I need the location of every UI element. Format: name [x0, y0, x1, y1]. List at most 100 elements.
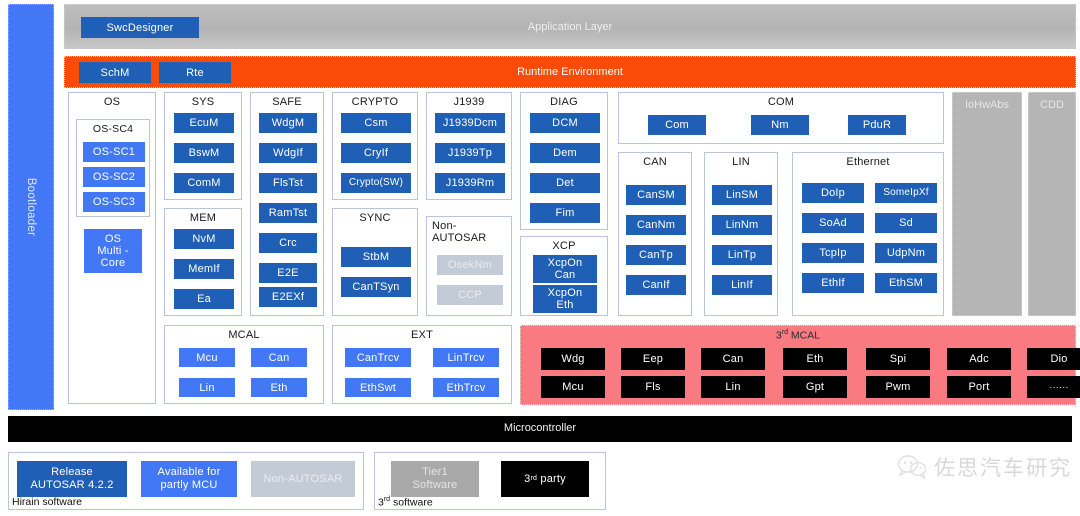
chip-stbm[interactable]: StbM [341, 247, 411, 267]
chip-m3-port[interactable]: Port [947, 376, 1011, 398]
chip-schm[interactable]: SchM [79, 62, 151, 83]
chip-rte[interactable]: Rte [159, 62, 231, 83]
legend-chip-non-autosar[interactable]: Non-AUTOSAR [251, 461, 355, 497]
group-can-title: CAN [643, 156, 667, 168]
group-diag-title: DIAG [550, 96, 578, 108]
group-iohwabs[interactable]: IoHwAbs [952, 92, 1022, 316]
chip-cryif[interactable]: CryIf [341, 143, 411, 163]
chip-pdur[interactable]: PduR [848, 115, 906, 135]
chip-nm[interactable]: Nm [751, 115, 809, 135]
bootloader-label: Bootloader [25, 177, 37, 237]
chip-m3-lin[interactable]: Lin [701, 376, 765, 398]
group-crypto: CRYPTO Csm CryIf Crypto(SW) [332, 92, 418, 200]
chip-m3-mcu[interactable]: Mcu [541, 376, 605, 398]
chip-linnm[interactable]: LinNm [712, 215, 772, 235]
legend-chip-3rd-party[interactable]: 3rd party [501, 461, 589, 497]
chip-mcal-eth[interactable]: Eth [251, 378, 307, 397]
chip-e2e[interactable]: E2E [259, 263, 317, 283]
chip-m3-fls[interactable]: Fls [621, 376, 685, 398]
chip-mcal-mcu[interactable]: Mcu [179, 348, 235, 367]
chip-doip[interactable]: DoIp [802, 183, 864, 203]
chip-m3-eep[interactable]: Eep [621, 348, 685, 370]
chip-mcal-can[interactable]: Can [251, 348, 307, 367]
chip-m3-eth[interactable]: Eth [783, 348, 847, 370]
group-safe: SAFE WdgM WdgIf FlsTst RamTst Crc E2E E2… [250, 92, 324, 316]
chip-m3-dio[interactable]: Dio [1027, 348, 1080, 370]
chip-csm[interactable]: Csm [341, 113, 411, 133]
chip-nvm[interactable]: NvM [174, 229, 234, 249]
chip-lintp[interactable]: LinTp [712, 245, 772, 265]
bootloader-column[interactable]: Bootloader [8, 4, 54, 410]
chip-ea[interactable]: Ea [174, 289, 234, 309]
chip-ethif[interactable]: EthIf [802, 273, 864, 293]
legend-chip-release[interactable]: Release AUTOSAR 4.2.2 [17, 461, 127, 497]
chip-m3-gpt[interactable]: Gpt [783, 376, 847, 398]
chip-ethsm[interactable]: EthSM [875, 273, 937, 293]
chip-ccp[interactable]: CCP [437, 285, 503, 305]
group-cdd[interactable]: CDD [1028, 92, 1076, 316]
chip-e2exf[interactable]: E2EXf [259, 287, 317, 307]
chip-oseknm[interactable]: OsekNm [437, 255, 503, 275]
chip-tcpip[interactable]: TcpIp [802, 243, 864, 263]
chip-swcdesigner[interactable]: SwcDesigner [81, 17, 199, 38]
chip-bswm[interactable]: BswM [174, 143, 234, 163]
runtime-environment-band: Runtime Environment SchM Rte [64, 56, 1076, 88]
chip-det[interactable]: Det [530, 173, 600, 193]
chip-dcm[interactable]: DCM [530, 113, 600, 133]
chip-os-multi-core[interactable]: OS Multi - Core [84, 229, 142, 273]
chip-j1939dcm[interactable]: J1939Dcm [435, 113, 505, 133]
microcontroller-band: Microcontroller [8, 416, 1072, 442]
chip-linsm[interactable]: LinSM [712, 185, 772, 205]
chip-sd[interactable]: Sd [875, 213, 937, 233]
chip-com[interactable]: Com [648, 115, 706, 135]
group-cdd-label: CDD [1040, 99, 1064, 111]
chip-crypto-sw[interactable]: Crypto(SW) [341, 173, 411, 193]
chip-j1939rm[interactable]: J1939Rm [435, 173, 505, 193]
chip-ethswt[interactable]: EthSwt [345, 378, 411, 397]
chip-lintrcv[interactable]: LinTrcv [433, 348, 499, 367]
chip-cansm[interactable]: CanSM [626, 185, 686, 205]
chip-wdgm[interactable]: WdgM [259, 113, 317, 133]
chip-fim[interactable]: Fim [530, 203, 600, 223]
chip-m3-adc[interactable]: Adc [947, 348, 1011, 370]
chip-m3-can[interactable]: Can [701, 348, 765, 370]
legend-chip-partly-mcu[interactable]: Available for partly MCU [141, 461, 237, 497]
chip-memif[interactable]: MemIf [174, 259, 234, 279]
chip-flstst[interactable]: FlsTst [259, 173, 317, 193]
chip-canif[interactable]: CanIf [626, 275, 686, 295]
chip-j1939tp[interactable]: J1939Tp [435, 143, 505, 163]
chip-xcponeth[interactable]: XcpOn Eth [533, 285, 597, 313]
chip-dem[interactable]: Dem [530, 143, 600, 163]
chip-os-sc2[interactable]: OS-SC2 [83, 167, 145, 187]
chip-cantp[interactable]: CanTp [626, 245, 686, 265]
legend-chip-tier1[interactable]: Tier1 Software [391, 461, 479, 497]
chip-cantsyn[interactable]: CanTSyn [341, 277, 411, 297]
chip-m3-wdg[interactable]: Wdg [541, 348, 605, 370]
group-diag: DIAG DCM Dem Det Fim [520, 92, 608, 230]
chip-someipxf[interactable]: SomeIpXf [875, 183, 937, 203]
chip-wdgif[interactable]: WdgIf [259, 143, 317, 163]
chip-linif[interactable]: LinIf [712, 275, 772, 295]
chip-ramtst[interactable]: RamTst [259, 203, 317, 223]
chip-m3-spi[interactable]: Spi [866, 348, 930, 370]
legend-right-main: software [393, 496, 433, 509]
chip-mcal-lin[interactable]: Lin [179, 378, 235, 397]
chip-xcponcan[interactable]: XcpOn Can [533, 255, 597, 283]
chip-cannm[interactable]: CanNm [626, 215, 686, 235]
chip-soad[interactable]: SoAd [802, 213, 864, 233]
chip-ethtrcv[interactable]: EthTrcv [433, 378, 499, 397]
watermark: 佐思汽车研究 [897, 452, 1072, 482]
group-crypto-title: CRYPTO [351, 96, 399, 108]
chip-m3-more[interactable]: ······ [1027, 376, 1080, 398]
chip-crc[interactable]: Crc [259, 233, 317, 253]
chip-cantrcv[interactable]: CanTrcv [345, 348, 411, 367]
chip-udpnm[interactable]: UdpNm [875, 243, 937, 263]
chip-ecum[interactable]: EcuM [174, 113, 234, 133]
legend-3rd-main: party [540, 473, 566, 485]
chip-comm[interactable]: ComM [174, 173, 234, 193]
chip-os-sc1[interactable]: OS-SC1 [83, 142, 145, 162]
group-non-autosar-title: Non-AUTOSAR [432, 220, 487, 244]
chip-m3-pwm[interactable]: Pwm [866, 376, 930, 398]
group-mem-title: MEM [189, 212, 217, 224]
chip-os-sc3[interactable]: OS-SC3 [83, 192, 145, 212]
